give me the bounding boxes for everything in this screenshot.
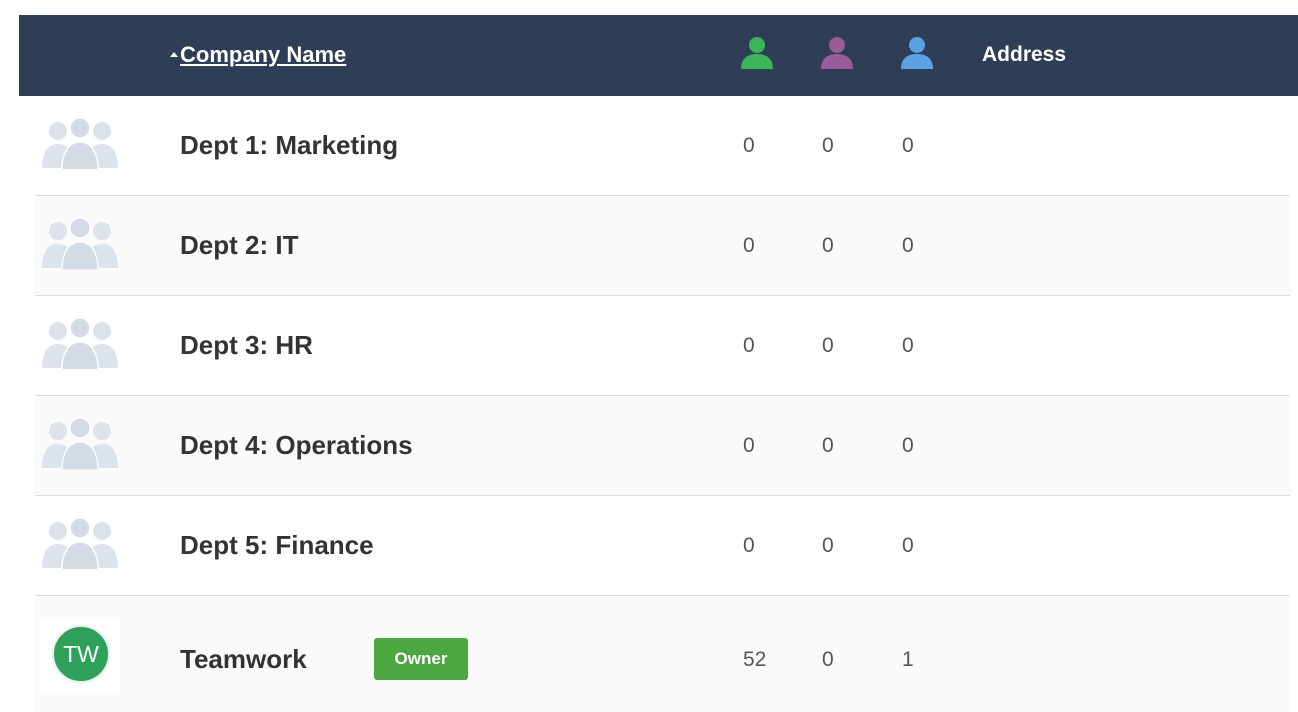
owner-badge: Owner [374, 638, 468, 680]
group-placeholder-icon [42, 417, 118, 471]
count-green: 0 [743, 334, 755, 357]
count-blue: 0 [902, 434, 914, 457]
group-placeholder-icon [42, 517, 118, 571]
sort-company-name-link[interactable]: Company Name [170, 42, 346, 68]
company-row[interactable]: Dept 4: Operations 0 0 0 [35, 396, 1290, 496]
company-name[interactable]: Dept 1: Marketing [180, 130, 398, 161]
company-row[interactable]: Dept 1: Marketing 0 0 0 [35, 96, 1290, 196]
count-green: 0 [743, 534, 755, 557]
count-purple: 0 [822, 648, 834, 671]
count-blue: 0 [902, 234, 914, 257]
green-user-icon[interactable] [740, 35, 774, 71]
count-purple: 0 [822, 134, 834, 157]
company-name[interactable]: Dept 5: Finance [180, 530, 374, 561]
company-row[interactable]: Dept 3: HR 0 0 0 [35, 296, 1290, 396]
company-row[interactable]: Dept 2: IT 0 0 0 [35, 196, 1290, 296]
company-name-header-label: Company Name [180, 42, 347, 67]
sort-ascending-icon [170, 52, 178, 57]
count-green: 0 [743, 434, 755, 457]
address-column-header[interactable]: Address [982, 43, 1066, 67]
count-purple: 0 [822, 334, 834, 357]
count-purple: 0 [822, 234, 834, 257]
group-placeholder-icon [42, 217, 118, 271]
group-placeholder-icon [42, 117, 118, 171]
company-initials-avatar: TW [52, 625, 110, 683]
company-name[interactable]: Teamwork [180, 644, 307, 675]
companies-table: Company Name Address Dept 1: Marketing 0… [0, 0, 1298, 712]
count-purple: 0 [822, 434, 834, 457]
purple-user-icon[interactable] [820, 35, 854, 71]
count-blue: 1 [902, 648, 914, 671]
count-purple: 0 [822, 534, 834, 557]
count-green: 52 [743, 648, 767, 671]
company-logo: TW [40, 618, 120, 694]
count-green: 0 [743, 234, 755, 257]
company-name[interactable]: Dept 4: Operations [180, 430, 413, 461]
count-blue: 0 [902, 134, 914, 157]
company-list: Dept 1: Marketing 0 0 0 Dept 2: IT 0 0 0 [35, 96, 1290, 712]
company-name[interactable]: Dept 2: IT [180, 230, 298, 261]
group-placeholder-icon [42, 317, 118, 371]
company-row[interactable]: TW Teamwork Owner 52 0 1 [35, 596, 1290, 712]
count-blue: 0 [902, 534, 914, 557]
count-green: 0 [743, 134, 755, 157]
company-name[interactable]: Dept 3: HR [180, 330, 313, 361]
company-row[interactable]: Dept 5: Finance 0 0 0 [35, 496, 1290, 596]
count-blue: 0 [902, 334, 914, 357]
table-header: Company Name Address [19, 15, 1298, 96]
blue-user-icon[interactable] [900, 35, 934, 71]
